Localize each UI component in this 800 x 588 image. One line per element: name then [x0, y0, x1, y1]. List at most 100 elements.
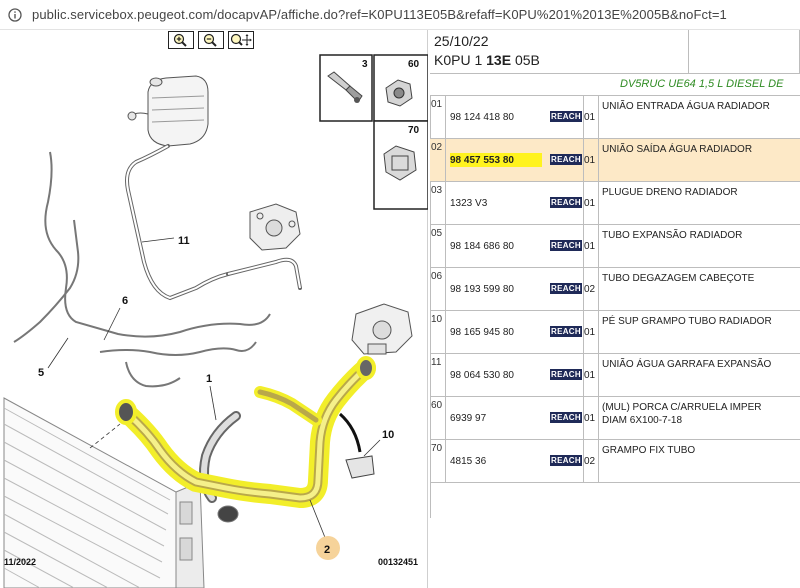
table-row[interactable]: 10 98 165 945 80 REACH 01 PÉ SUP GRAMPO TUBO…	[430, 311, 800, 354]
part-description: UNIÃO ÁGUA GARRAFA EXPANSÃO	[602, 358, 800, 371]
zoom-in-icon	[173, 33, 187, 47]
part-description: PLUGUE DRENO RADIADOR	[602, 186, 800, 199]
reach-badge[interactable]: REACH	[550, 240, 582, 251]
part-description-line: (MUL) PORCA C/ARRUELA IMPER	[602, 402, 762, 413]
part-ref: 02	[430, 139, 446, 181]
part-quantity: 02	[584, 456, 596, 467]
part-description-line: TUBO EXPANSÃO RADIADOR	[602, 230, 743, 241]
zoom-pan-icon	[230, 33, 252, 46]
inset-box-3: 3	[319, 54, 373, 122]
svg-text:70: 70	[408, 125, 420, 136]
reach-badge[interactable]: REACH	[550, 369, 582, 380]
callout-6: 6	[122, 295, 128, 307]
catalog-date: 25/10/22	[434, 33, 489, 49]
zoom-pan-button[interactable]	[228, 31, 254, 49]
part-ref: 70	[430, 440, 446, 482]
water-outlet-housing-drawing	[351, 303, 413, 355]
part-ref: 01	[430, 96, 446, 138]
callout-11: 11	[178, 235, 190, 247]
part-description-line: GRAMPO FIX TUBO	[602, 445, 696, 456]
part-quantity: 02	[584, 284, 596, 295]
parts-diagram: 11 6 5 1 10 2 3 60 70	[3, 54, 428, 588]
part-description-line: UNIÃO SAÍDA ÁGUA RADIADOR	[602, 144, 753, 155]
reach-badge[interactable]: REACH	[550, 111, 582, 122]
part-quantity: 01	[584, 370, 596, 381]
part-description: TUBO EXPANSÃO RADIADOR	[602, 229, 800, 242]
part-number[interactable]: 98 124 418 80	[450, 112, 514, 123]
diagram-code: 00132451	[378, 557, 419, 567]
part-description: UNIÃO SAÍDA ÁGUA RADIADOR	[602, 143, 800, 156]
info-icon[interactable]	[8, 7, 24, 23]
diagram-panel: 11 6 5 1 10 2 3 60 70 11/2022 00132451	[0, 30, 428, 588]
part-description-line: UNIÃO ÁGUA GARRAFA EXPANSÃO	[602, 359, 772, 370]
engine-description: DV5RUC UE64 1,5 L DIESEL DE	[620, 78, 784, 90]
zoom-out-button[interactable]	[198, 31, 224, 49]
part-quantity: 01	[584, 327, 596, 338]
table-row[interactable]: 01 98 124 418 80 REACH 01 UNIÃO ENTRADA ÁGUA…	[430, 96, 800, 139]
part-ref: 05	[430, 225, 446, 267]
inset-box-60: 60	[373, 54, 428, 122]
part-description: (MUL) PORCA C/ARRUELA IMPER DIAM 6X100-7-…	[602, 401, 800, 427]
url-text[interactable]: public.servicebox.peugeot.com/docapvAP/a…	[32, 7, 727, 22]
part-number[interactable]: 98 457 553 80	[450, 155, 514, 166]
part-ref: 10	[430, 311, 446, 353]
reference-header: 25/10/22 K0PU 1 13E 05B	[430, 30, 800, 74]
part-description-line: TUBO DEGAZAGEM CABEÇOTE	[602, 273, 755, 284]
table-row[interactable]: 05 98 184 686 80 REACH 01 TUBO EXPANSÃO RADI…	[430, 225, 800, 268]
expansion-tank-drawing	[127, 75, 209, 147]
reach-badge[interactable]: REACH	[550, 326, 582, 337]
reach-badge[interactable]: REACH	[550, 197, 582, 208]
engine-row: DV5RUC UE64 1,5 L DIESEL DE	[430, 74, 800, 96]
catalog-reference: K0PU 1 13E 05B	[434, 52, 540, 68]
diagram-date: 11/2022	[4, 557, 37, 567]
clip-10-drawing	[338, 412, 375, 479]
zoom-out-icon	[203, 33, 217, 47]
svg-text:60: 60	[408, 59, 420, 70]
thermostat-housing-drawing	[249, 203, 301, 251]
reach-badge[interactable]: REACH	[550, 455, 582, 466]
part-number[interactable]: 4815 36	[450, 456, 486, 467]
parts-panel: 25/10/22 K0PU 1 13E 05B DV5RUC UE64 1,5 …	[428, 30, 800, 588]
part-description: TUBO DEGAZAGEM CABEÇOTE	[602, 272, 800, 285]
part-ref: 60	[430, 397, 446, 439]
callout-1: 1	[206, 373, 212, 385]
svg-text:3: 3	[362, 59, 368, 70]
part-description: GRAMPO FIX TUBO	[602, 444, 800, 457]
part-description: PÉ SUP GRAMPO TUBO RADIADOR	[602, 315, 800, 328]
part-quantity: 01	[584, 413, 596, 424]
table-row[interactable]: 11 98 064 530 80 REACH 01 UNIÃO ÁGUA GARRAFA…	[430, 354, 800, 397]
callout-10: 10	[382, 429, 394, 441]
part-ref: 11	[430, 354, 446, 396]
part-number[interactable]: 6939 97	[450, 413, 486, 424]
reach-badge[interactable]: REACH	[550, 154, 582, 165]
part-quantity: 01	[584, 198, 596, 209]
part-ref: 06	[430, 268, 446, 310]
part-quantity: 01	[584, 155, 596, 166]
part-number[interactable]: 98 165 945 80	[450, 327, 514, 338]
address-bar[interactable]: public.servicebox.peugeot.com/docapvAP/a…	[0, 0, 800, 30]
callout-5: 5	[38, 367, 44, 379]
part-description-line: PÉ SUP GRAMPO TUBO RADIADOR	[602, 316, 772, 327]
table-row[interactable]: 06 98 193 599 80 REACH 02 TUBO DEGAZAGEM CAB…	[430, 268, 800, 311]
part-description-line: UNIÃO ENTRADA ÁGUA RADIADOR	[602, 101, 770, 112]
table-row[interactable]: 70 4815 36 REACH 02 GRAMPO FIX TUBO	[430, 440, 800, 483]
part-description-line: DIAM 6X100-7-18	[602, 415, 683, 426]
part-number[interactable]: 1323 V3	[450, 198, 487, 209]
reach-badge[interactable]: REACH	[550, 283, 582, 294]
part-quantity: 01	[584, 112, 596, 123]
part-ref: 03	[430, 182, 446, 224]
table-row[interactable]: 02 98 457 553 80 REACH 01 UNIÃO SAÍDA ÁGUA R…	[430, 139, 800, 182]
zoom-toolbar	[168, 31, 254, 49]
reach-badge[interactable]: REACH	[550, 412, 582, 423]
inset-box-70: 70	[373, 120, 428, 210]
callout-2-badge: 2	[316, 536, 340, 560]
part-description-line: PLUGUE DRENO RADIADOR	[602, 187, 738, 198]
table-row[interactable]: 60 6939 97 REACH 01 (MUL) PORCA C/ARRUELA IM…	[430, 397, 800, 440]
table-row[interactable]: 03 1323 V3 REACH 01 PLUGUE DRENO RADIADOR	[430, 182, 800, 225]
part-description: UNIÃO ENTRADA ÁGUA RADIADOR	[602, 100, 800, 113]
part-number[interactable]: 98 064 530 80	[450, 370, 514, 381]
part-number[interactable]: 98 193 599 80	[450, 284, 514, 295]
part-quantity: 01	[584, 241, 596, 252]
zoom-in-button[interactable]	[168, 31, 194, 49]
part-number[interactable]: 98 184 686 80	[450, 241, 514, 252]
